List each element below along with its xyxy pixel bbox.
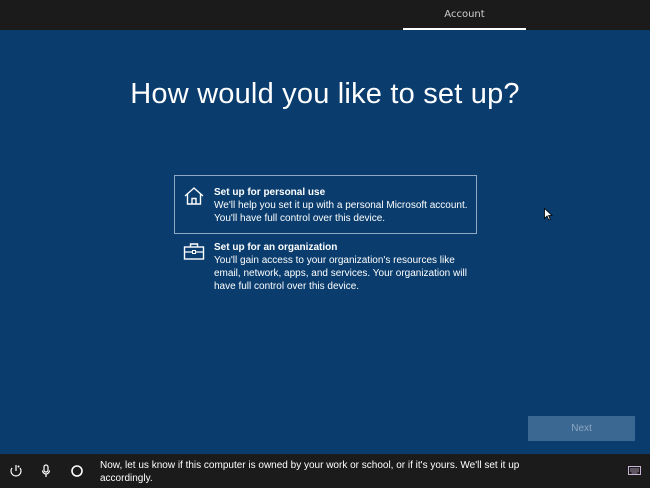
microphone-icon[interactable] [39,464,53,478]
briefcase-icon [183,243,205,260]
narration-text: Now, let us know if this computer is own… [100,460,520,484]
home-icon [184,187,204,205]
bottom-bar: Now, let us know if this computer is own… [0,454,650,488]
option-personal-text: Set up for personal use We'll help you s… [214,186,474,225]
option-organization-description: You'll gain access to your organization'… [214,255,467,292]
option-organization[interactable]: Set up for an organization You'll gain a… [174,234,477,304]
page-title: How would you like to set up? [130,78,520,110]
option-personal-description: We'll help you set it up with a personal… [214,200,468,224]
tab-account-label: Account [444,9,485,20]
top-bar: Account [0,0,650,30]
keyboard-icon[interactable] [628,466,641,477]
option-personal-use[interactable]: Set up for personal use We'll help you s… [174,175,477,234]
option-personal-title: Set up for personal use [214,187,326,198]
ease-of-access-icon[interactable] [9,464,23,478]
option-organization-title: Set up for an organization [214,242,338,253]
cortana-icon[interactable] [70,464,84,478]
option-organization-text: Set up for an organization You'll gain a… [214,241,474,293]
mouse-cursor-icon [544,208,553,221]
tab-account[interactable]: Account [403,0,526,30]
main-panel: How would you like to set up? Set up for… [0,30,650,454]
next-button[interactable]: Next [528,416,635,441]
